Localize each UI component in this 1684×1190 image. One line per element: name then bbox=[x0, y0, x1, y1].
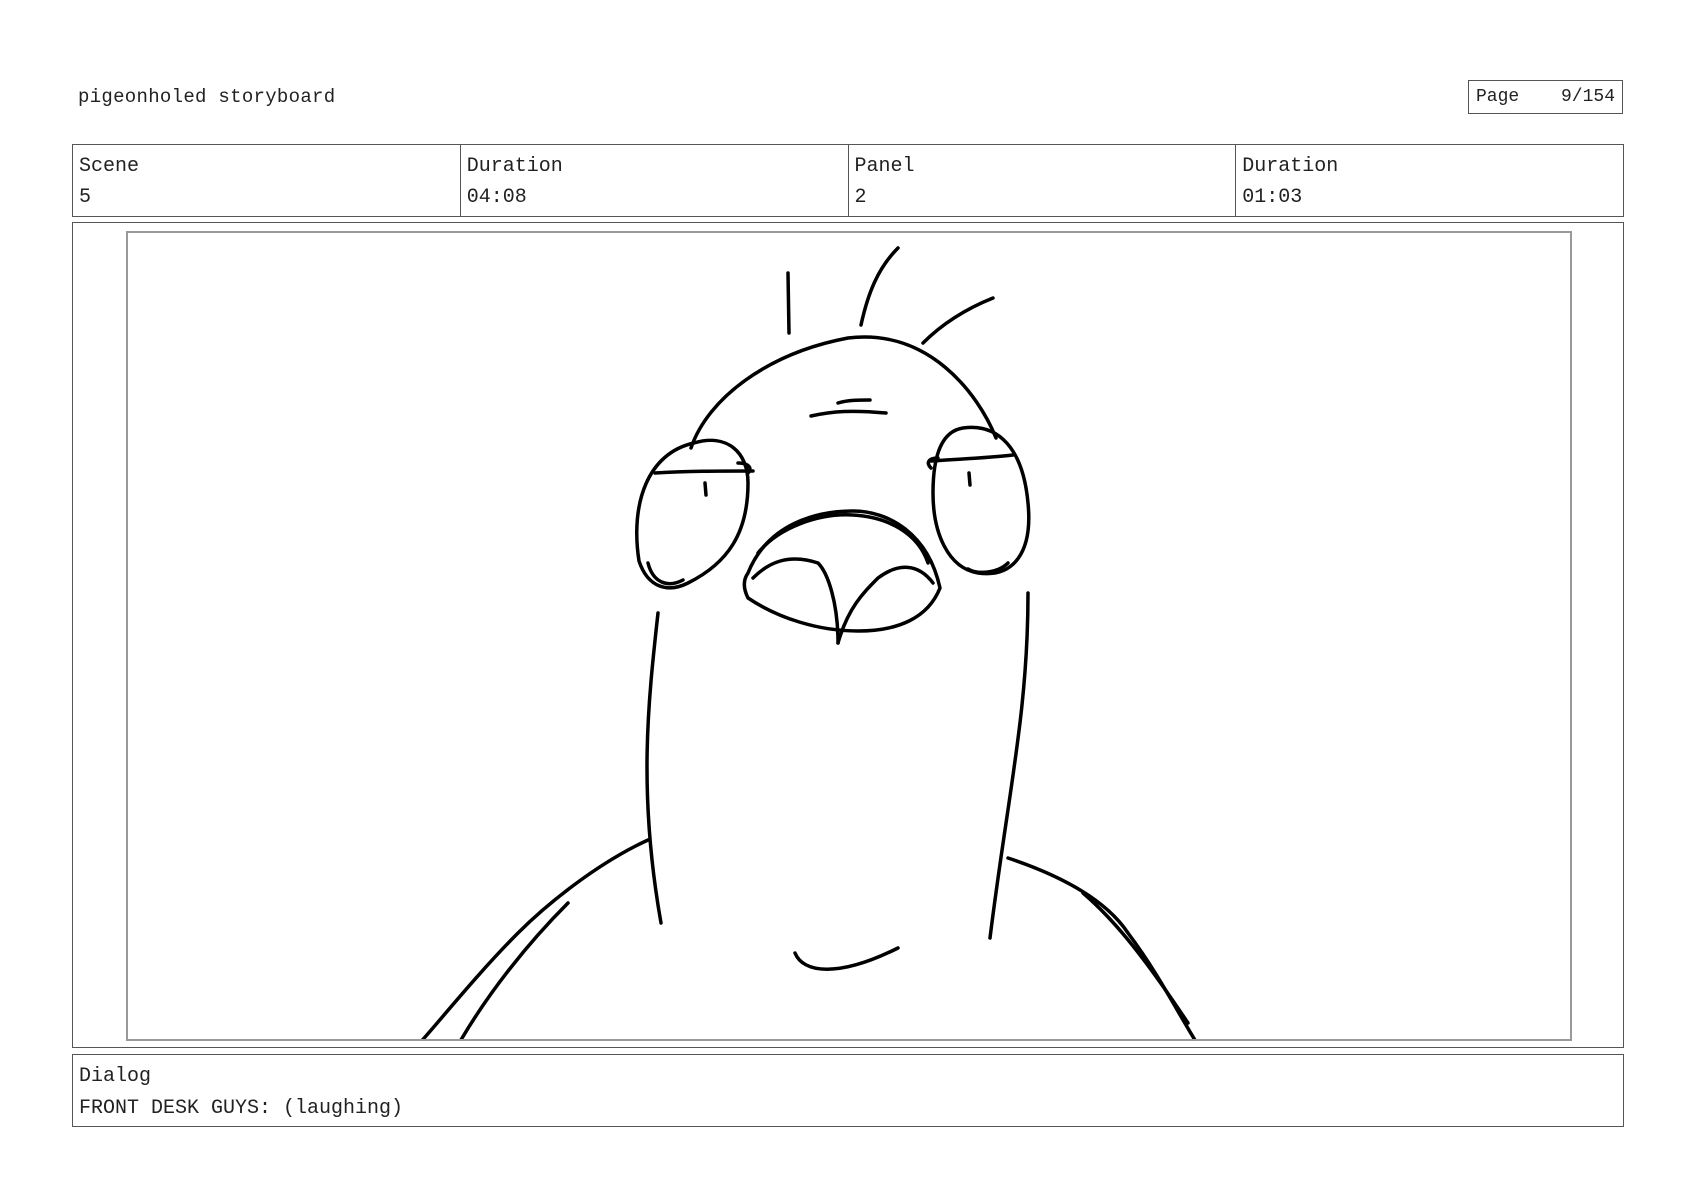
pigeon-sketch-icon bbox=[421, 246, 1197, 1039]
page-number: 9/154 bbox=[1560, 87, 1615, 107]
scene-duration-label: Duration bbox=[466, 155, 563, 178]
page-label: Page bbox=[1476, 87, 1520, 107]
panel-info-table: Scene 5 Duration 04:08 Panel 2 Duration … bbox=[72, 144, 1624, 217]
dialog-box: Dialog FRONT DESK GUYS: (laughing) bbox=[72, 1054, 1624, 1127]
dialog-text: FRONT DESK GUYS: (laughing) bbox=[79, 1097, 404, 1120]
page-indicator: Page 9/154 bbox=[1468, 80, 1623, 114]
panel-label: Panel bbox=[854, 155, 915, 178]
panel-duration-label: Duration bbox=[1242, 155, 1339, 178]
scene-value: 5 bbox=[79, 186, 92, 209]
dialog-label: Dialog bbox=[79, 1065, 152, 1088]
scene-label: Scene bbox=[79, 155, 140, 178]
scene-duration-value: 04:08 bbox=[466, 186, 527, 209]
scene-duration-cell: Duration 04:08 bbox=[461, 145, 849, 216]
panel-value: 2 bbox=[854, 186, 867, 209]
panel-duration-cell: Duration 01:03 bbox=[1236, 145, 1623, 216]
panel-duration-value: 01:03 bbox=[1242, 186, 1303, 209]
storyboard-title: pigeonholed storyboard bbox=[78, 86, 336, 108]
panel-frame bbox=[72, 222, 1624, 1048]
panel-image-area bbox=[126, 231, 1572, 1041]
scene-cell: Scene 5 bbox=[73, 145, 461, 216]
panel-cell: Panel 2 bbox=[849, 145, 1237, 216]
